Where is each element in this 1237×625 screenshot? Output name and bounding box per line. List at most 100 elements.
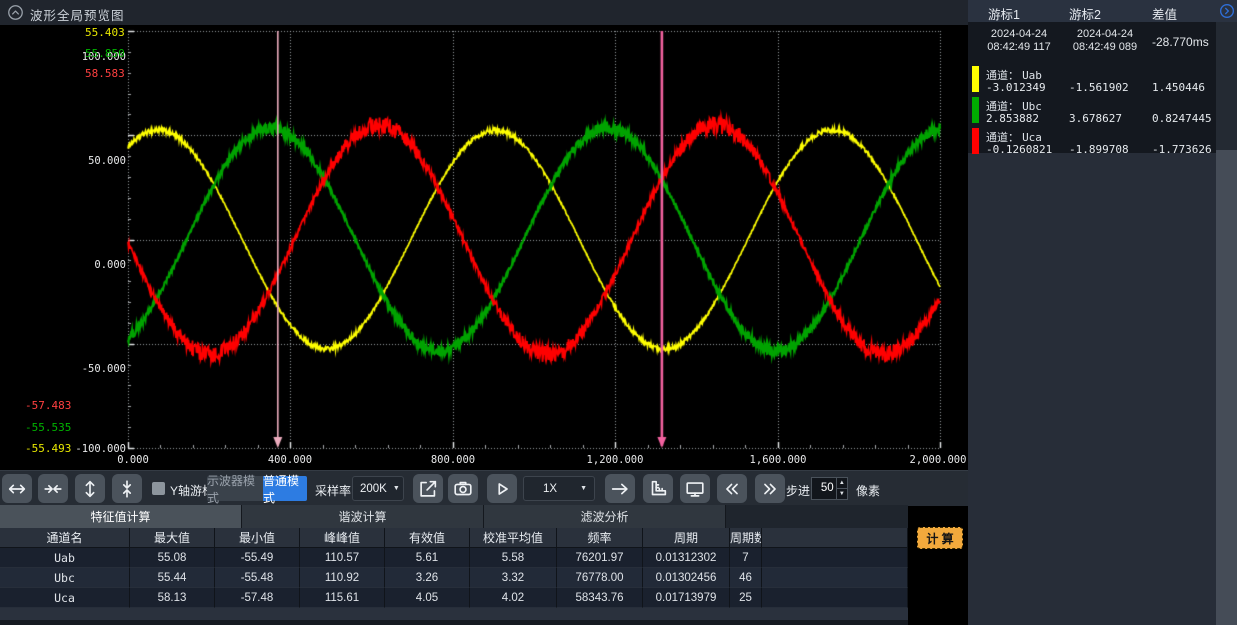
y-axis-cursor-checkbox[interactable]: [152, 482, 165, 495]
compress-horizontal-icon: [42, 478, 64, 500]
y-tick-label: 0.000: [74, 259, 126, 271]
sample-rate-label: 采样率: [315, 482, 351, 499]
cursor-time-difference: -28.770ms: [1152, 35, 1209, 49]
collapse-cursor-panel-icon[interactable]: [1219, 3, 1235, 19]
step-up-icon[interactable]: ▲: [837, 478, 847, 489]
channel-color-bar: [972, 128, 979, 154]
channel-min-label: -55.493: [25, 442, 71, 455]
compress-horizontal-button[interactable]: [38, 474, 68, 503]
channel-diff-value: 0.8247445: [1152, 112, 1212, 125]
sample-rate-dropdown[interactable]: 200K ▼: [352, 476, 404, 501]
col-header-calibrated-mean: 校准平均值: [470, 528, 557, 548]
chevron-down-icon: ▼: [393, 485, 400, 492]
table-footer-strip: [0, 608, 908, 620]
measure-button[interactable]: [643, 474, 673, 503]
col-header-frequency: 频率: [557, 528, 643, 548]
normal-mode-button[interactable]: 普通模式: [263, 476, 307, 501]
tab-filter-analysis[interactable]: 滤波分析: [484, 505, 726, 528]
channel-max-label: 55.850: [85, 47, 125, 60]
tab-harmonic-calculation[interactable]: 谐波计算: [242, 505, 484, 528]
feature-values-table: 通道名 最大值 最小值 峰峰值 有效值 校准平均值 频率 周期 周期数 Uab …: [0, 528, 908, 608]
channel-color-bar: [972, 66, 979, 92]
col-header-rms: 有效值: [385, 528, 470, 548]
channel-diff-value: 1.450446: [1152, 81, 1205, 94]
cursor1-header: 游标1: [988, 4, 1020, 23]
expand-horizontal-icon: [6, 478, 28, 500]
y-tick-label: 50.000: [74, 155, 126, 167]
col-header-cycle-count: 周期数: [730, 528, 762, 548]
step-size-value: 50: [812, 478, 836, 499]
difference-header: 差值: [1152, 4, 1177, 23]
y-tick-label: -50.000: [74, 363, 126, 375]
table-row[interactable]: Uab 55.08 -55.49 110.57 5.61 5.58 76201.…: [0, 548, 908, 568]
arrow-right-icon: [609, 478, 631, 500]
channel-max-label: 58.583: [85, 67, 125, 80]
col-header-channel: 通道名: [0, 528, 130, 548]
export-button[interactable]: [413, 474, 443, 503]
step-down-icon[interactable]: ▼: [837, 489, 847, 499]
col-header-period: 周期: [643, 528, 730, 548]
cursor-panel: 游标1 游标2 差值 2024-04-24 08:42:49 117 2024-…: [968, 0, 1237, 625]
table-row[interactable]: Ubc 55.44 -55.48 110.92 3.26 3.32 76778.…: [0, 568, 908, 588]
cursor2-header: 游标2: [1069, 4, 1101, 23]
analysis-tabs: 特征值计算 谐波计算 滤波分析: [0, 505, 908, 528]
calculate-button[interactable]: 计 算: [917, 527, 963, 549]
table-header-row: 通道名 最大值 最小值 峰峰值 有效值 校准平均值 频率 周期 周期数: [0, 528, 908, 548]
tab-feature-calculation[interactable]: 特征值计算: [0, 505, 242, 528]
channel-cursor1-value: 2.853882: [986, 112, 1039, 125]
collapse-panel-icon[interactable]: [7, 4, 24, 21]
page-right-button[interactable]: [755, 474, 785, 503]
stepper-arrows[interactable]: ▲ ▼: [836, 478, 847, 499]
panel-scrollbar-thumb[interactable]: [1216, 150, 1237, 625]
pixel-label: 像素: [856, 482, 880, 499]
col-header-empty: [762, 528, 908, 548]
export-icon: [417, 478, 439, 500]
channel-cursor1-value: -3.012349: [986, 81, 1046, 94]
play-icon: [491, 478, 513, 500]
expand-vertical-button[interactable]: [75, 474, 105, 503]
channel-cursor1-value: -0.1260821: [986, 143, 1052, 156]
x-tick-label: 1,200.000: [570, 454, 660, 466]
oscilloscope-mode-button[interactable]: 示波器模式: [207, 476, 263, 501]
expand-horizontal-button[interactable]: [2, 474, 32, 503]
table-footer-edge: [0, 620, 908, 625]
double-chevron-left-icon: [721, 478, 743, 500]
channel-cursor2-value: 3.678627: [1069, 112, 1122, 125]
table-row[interactable]: Uca 58.13 -57.48 115.61 4.05 4.02 58343.…: [0, 588, 908, 608]
compress-vertical-button[interactable]: [112, 474, 142, 503]
x-tick-label: 400.000: [245, 454, 335, 466]
waveform-analyzer-window: 波形全局预览图 100.000 50.000 0.000 -50.000 -10…: [0, 0, 1237, 625]
channel-cursor2-value: -1.899708: [1069, 143, 1129, 156]
chart-toolbar: Y轴游标 示波器模式 普通模式 采样率 200K ▼ 1X ▼: [0, 470, 968, 506]
cursor-panel-header: 游标1 游标2 差值: [968, 0, 1237, 22]
col-header-min: 最小值: [215, 528, 300, 548]
ruler-icon: [647, 478, 669, 500]
panel-scrollbar-track[interactable]: [1216, 22, 1237, 150]
fullscreen-button[interactable]: [680, 474, 710, 503]
camera-icon: [452, 478, 474, 500]
sample-rate-value: 200K: [360, 483, 387, 495]
chevron-down-icon: ▼: [580, 485, 587, 492]
x-tick-label: 1,600.000: [733, 454, 823, 466]
cursor1-timestamp: 2024-04-24 08:42:49 117: [976, 28, 1062, 54]
screenshot-button[interactable]: [448, 474, 478, 503]
move-right-button[interactable]: [605, 474, 635, 503]
col-header-peak-to-peak: 峰峰值: [300, 528, 385, 548]
step-size-stepper[interactable]: 50 ▲ ▼: [811, 477, 848, 500]
x-tick-label: 800.000: [408, 454, 498, 466]
double-chevron-right-icon: [759, 478, 781, 500]
channel-min-label: -55.535: [25, 421, 71, 434]
col-header-max: 最大值: [130, 528, 215, 548]
zoom-factor-dropdown[interactable]: 1X ▼: [523, 476, 595, 501]
title-bar: 波形全局预览图: [0, 0, 968, 26]
channel-cursor2-value: -1.561902: [1069, 81, 1129, 94]
play-button[interactable]: [487, 474, 517, 503]
cursor2-timestamp: 2024-04-24 08:42:49 089: [1062, 28, 1148, 54]
waveform-chart: 100.000 50.000 0.000 -50.000 -100.000 0.…: [0, 25, 968, 470]
waveform-plot-canvas[interactable]: [0, 25, 968, 470]
page-left-button[interactable]: [717, 474, 747, 503]
channel-color-bar: [972, 97, 979, 123]
channel-diff-value: -1.773626: [1152, 143, 1212, 156]
zoom-factor-value: 1X: [531, 483, 557, 495]
channel-max-label: 55.403: [85, 26, 125, 39]
